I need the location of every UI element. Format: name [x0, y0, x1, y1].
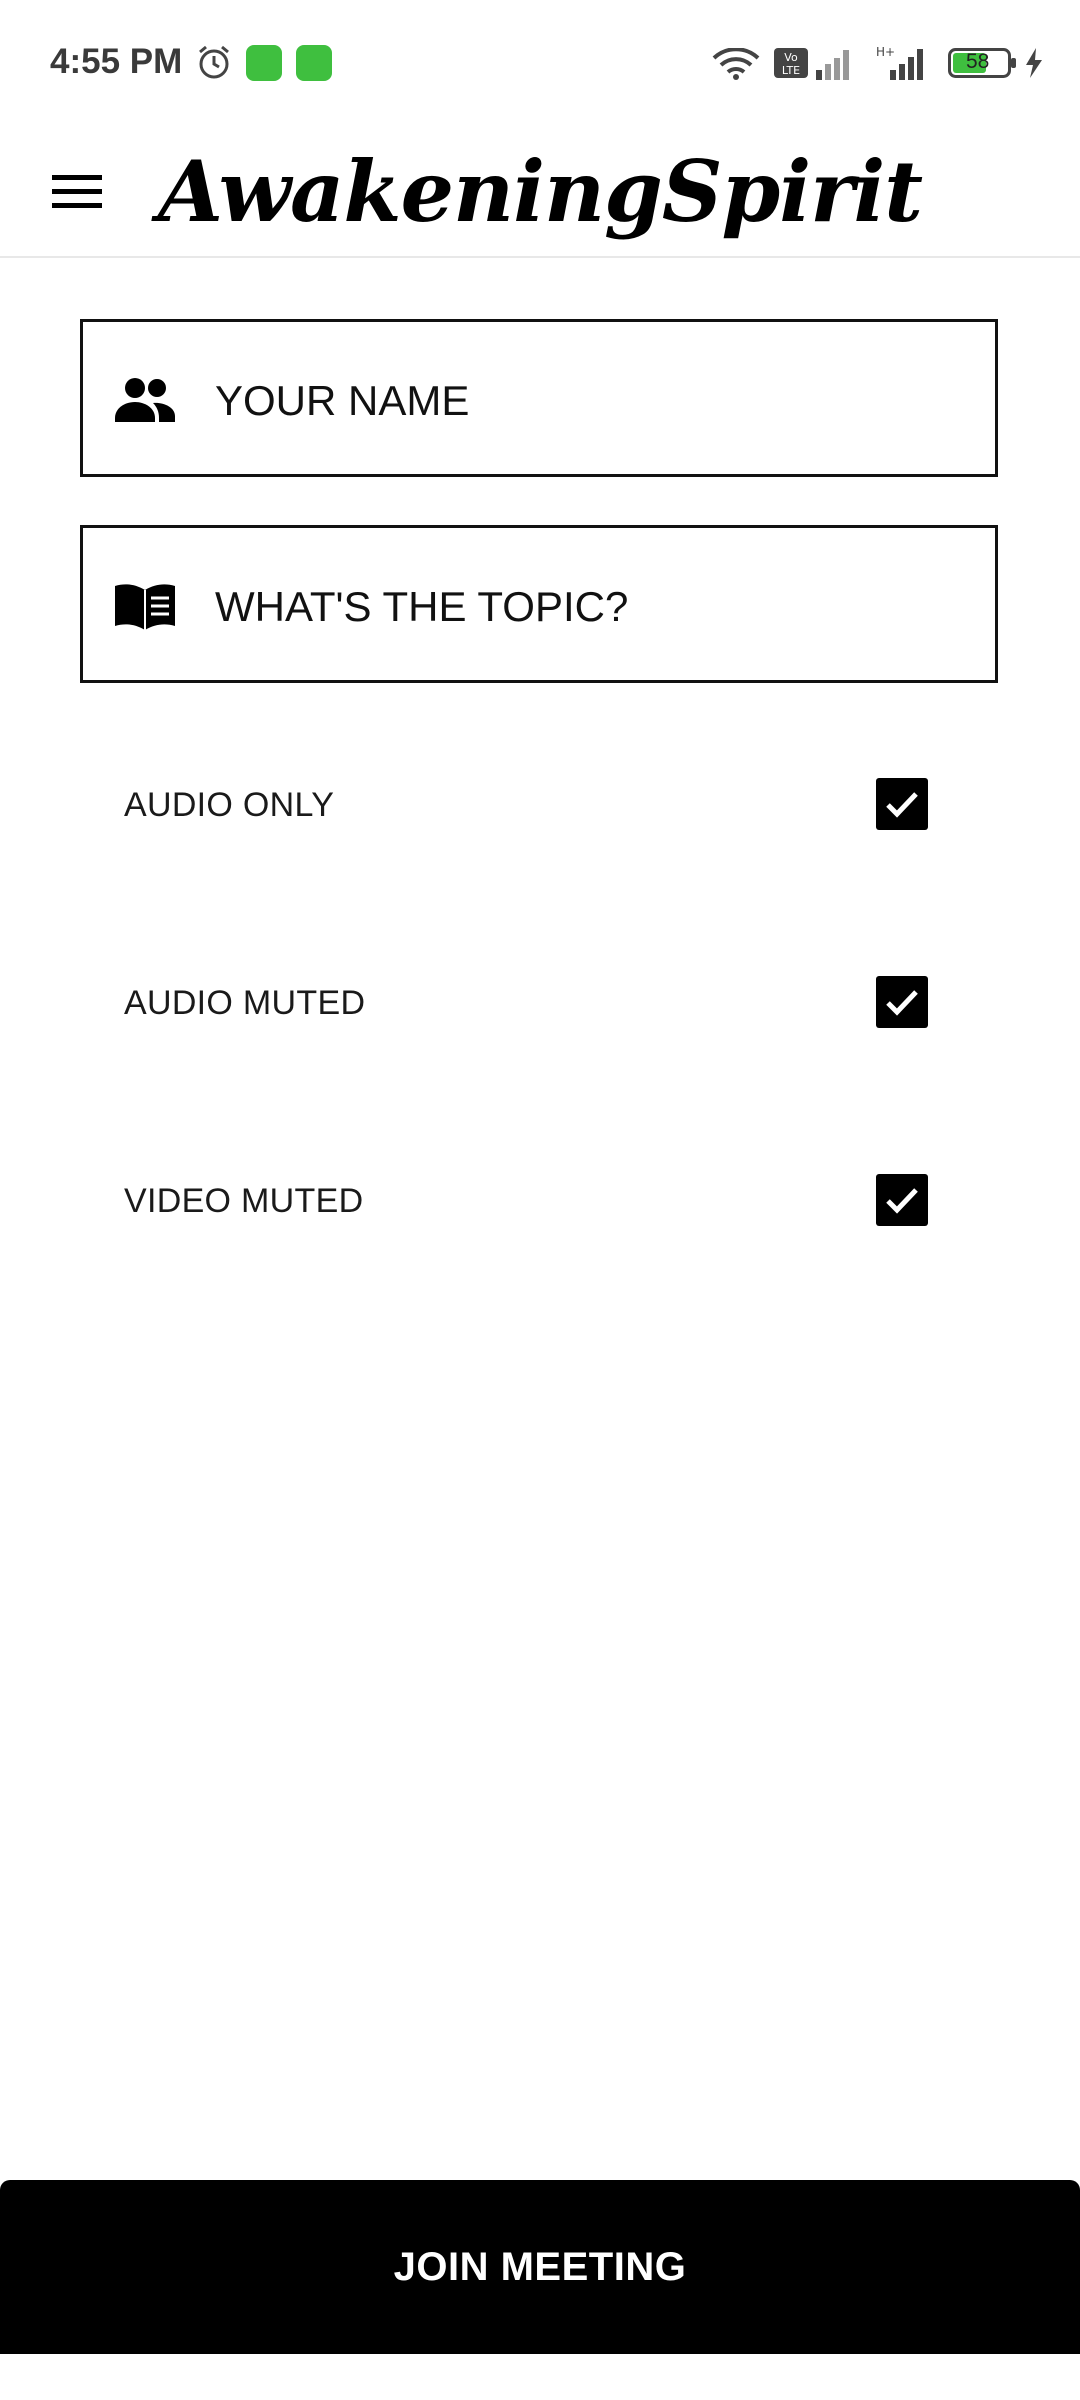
- status-time: 4:55 PM: [50, 42, 183, 81]
- join-meeting-button[interactable]: JOIN MEETING: [0, 2180, 1080, 2354]
- name-input[interactable]: [213, 360, 975, 442]
- option-label: VIDEO MUTED: [124, 1182, 364, 1220]
- alarm-icon: [196, 44, 232, 85]
- app-bar: AwakeningSpirit: [0, 128, 1080, 258]
- wifi-icon: [712, 47, 760, 85]
- signal-icon: H+: [874, 44, 934, 85]
- charging-icon: [1024, 48, 1044, 83]
- topic-input[interactable]: [213, 566, 975, 648]
- option-video-muted[interactable]: VIDEO MUTED: [124, 1164, 928, 1244]
- signal-icon: [814, 46, 856, 85]
- svg-text:H+: H+: [876, 45, 895, 59]
- volte-icon: Vo LTE: [774, 48, 808, 83]
- option-audio-only[interactable]: AUDIO ONLY: [124, 768, 928, 848]
- audio-muted-checkbox[interactable]: [876, 976, 928, 1028]
- app-notification-icon: [246, 45, 282, 86]
- people-icon: [113, 372, 177, 428]
- audio-only-checkbox[interactable]: [876, 778, 928, 830]
- home-indicator[interactable]: [340, 2372, 740, 2382]
- battery-level: 58: [966, 50, 990, 73]
- option-audio-muted[interactable]: AUDIO MUTED: [124, 966, 928, 1046]
- name-input-container[interactable]: [80, 319, 998, 477]
- svg-text:LTE: LTE: [782, 64, 800, 77]
- topic-input-container[interactable]: [80, 525, 998, 683]
- option-label: AUDIO ONLY: [124, 786, 335, 824]
- book-icon: [113, 578, 177, 634]
- app-title: AwakeningSpirit: [157, 142, 923, 241]
- svg-text:Vo: Vo: [784, 51, 798, 64]
- status-bar: 4:55 PM Vo LTE H+ 58: [0, 0, 1080, 128]
- option-label: AUDIO MUTED: [124, 984, 366, 1022]
- video-muted-checkbox[interactable]: [876, 1174, 928, 1226]
- app-notification-icon: [296, 45, 332, 86]
